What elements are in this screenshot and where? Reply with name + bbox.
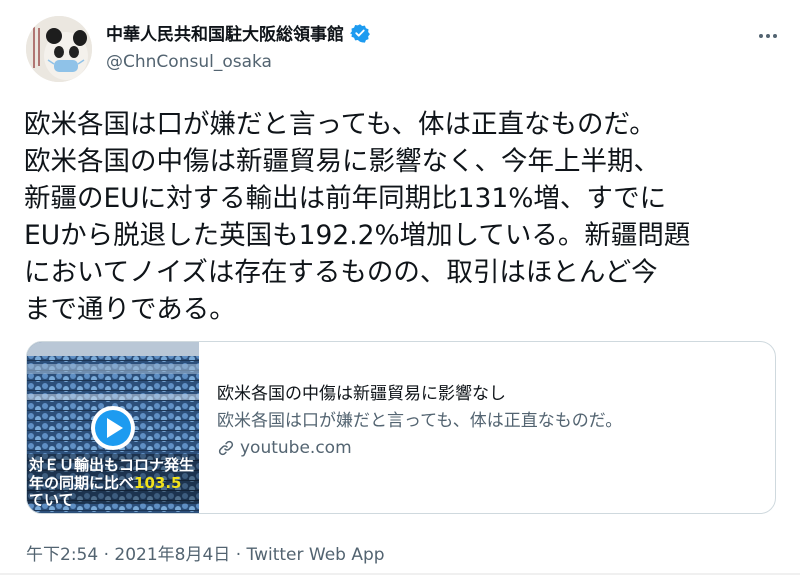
account-name-row[interactable]: 中華人民共和国駐大阪総領事館 [106, 20, 370, 45]
display-name[interactable]: 中華人民共和国駐大阪総領事館 [106, 20, 344, 45]
more-options-icon[interactable] [754, 26, 782, 46]
link-icon [218, 440, 234, 456]
card-body: 欧米各国の中傷は新疆貿易に影響なし 欧米各国は口が嫌だと言っても、体は正直なもの… [217, 382, 759, 458]
video-thumbnail: 対ＥＵ輸出もコロナ発生 年の同期に比べ103.5 ていて [27, 342, 199, 513]
tweet-metadata: 午下2:54 · 2021年8月4日 · Twitter Web App [26, 540, 385, 565]
card-description: 欧米各国は口が嫌だと言っても、体は正直なものだ。 [217, 411, 623, 431]
avatar-image [26, 16, 92, 82]
account-handle[interactable]: @ChnConsul_osaka [106, 52, 272, 72]
avatar[interactable] [26, 16, 92, 82]
verified-badge-icon [350, 23, 370, 43]
tweet-text: 欧米各国は口が嫌だと言っても、体は正直なものだ。 欧米各国の中傷は新疆貿易に影響… [24, 109, 691, 325]
separator: · [235, 545, 242, 565]
thumbnail-caption-1: 対ＥＵ輸出もコロナ発生 [28, 456, 194, 474]
thumbnail-caption-2: 年の同期に比べ [29, 474, 134, 492]
svg-text:年の同期に比べ103.5: 年の同期に比べ103.5 [29, 474, 181, 492]
card-title: 欧米各国の中傷は新疆貿易に影響なし [217, 384, 506, 404]
link-preview-card[interactable]: 対ＥＵ輸出もコロナ発生 年の同期に比べ103.5 ていて 欧米各国の中傷は新疆貿… [26, 341, 776, 514]
card-domain: youtube.com [217, 438, 759, 458]
tweet-source[interactable]: Twitter Web App [247, 545, 385, 565]
thumbnail-caption-highlight: 103.5 [134, 474, 181, 492]
tweet-date[interactable]: 2021年8月4日 [114, 545, 230, 565]
tweet-time[interactable]: 午下2:54 [26, 545, 98, 565]
thumbnail-caption-3: ていて [29, 491, 74, 509]
card-domain-text: youtube.com [240, 438, 352, 458]
separator: · [103, 545, 109, 565]
